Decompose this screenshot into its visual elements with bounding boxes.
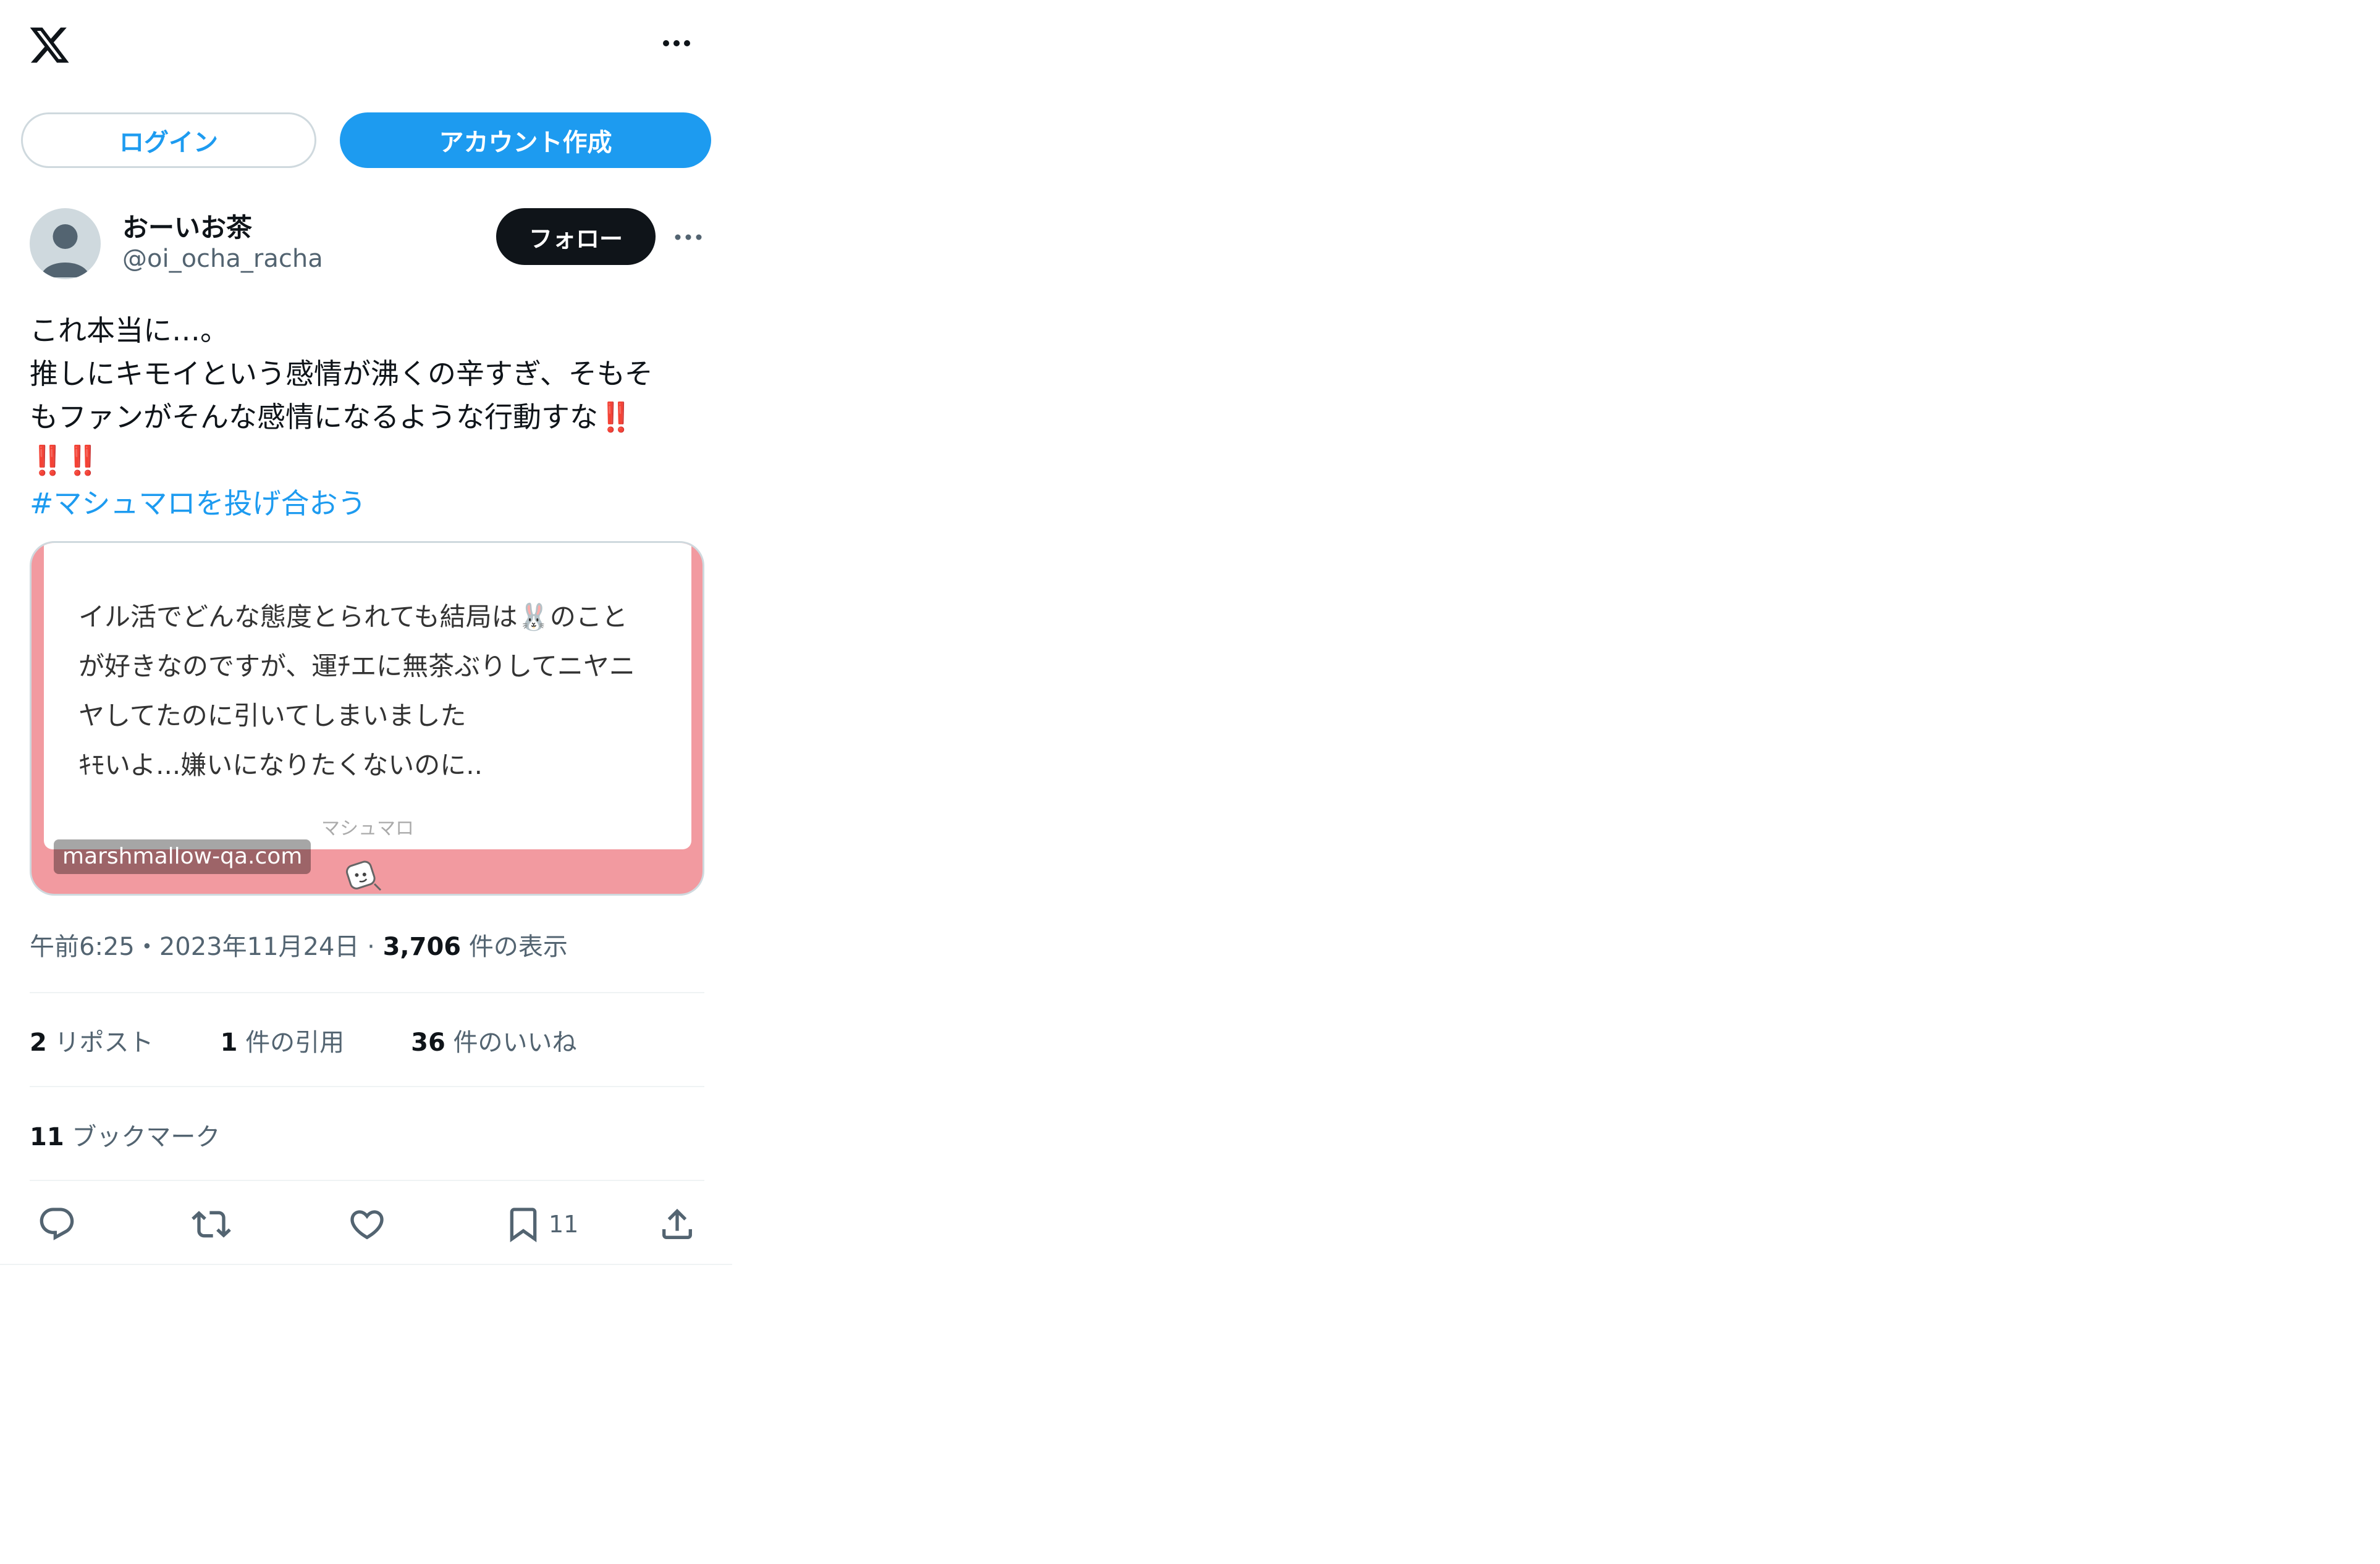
tweet-line: これ本当に…。	[30, 314, 229, 347]
tweet-more-icon[interactable]	[673, 232, 703, 243]
engagement-stats: 2 リポスト 1 件の引用 36 件のいいね	[30, 1022, 644, 1058]
display-name[interactable]: おーいお茶	[122, 207, 252, 245]
meta-separator: ·	[359, 933, 383, 961]
bookmarks-stat[interactable]: 11 ブックマーク	[30, 1117, 220, 1153]
link-card[interactable]: イル活でどんな態度とられても結局は🐰のこと が好きなのですが、運ﾁエに無茶ぶりし…	[30, 541, 704, 896]
divider	[0, 1264, 732, 1265]
card-line: ｷﾓいよ...嫌いになりたくないのに..	[78, 750, 483, 780]
more-dots-icon[interactable]	[661, 37, 692, 49]
divider	[30, 1086, 704, 1087]
card-line: イル活でどんな態度とられても結局は🐰のこと	[78, 602, 628, 632]
hashtag-link[interactable]: #マシュマロを投げ合おう	[30, 482, 709, 525]
views-count: 3,706	[382, 933, 462, 961]
divider	[30, 992, 704, 993]
tweet-time[interactable]: 午前6:25	[30, 933, 135, 961]
bookmark-icon[interactable]	[504, 1205, 543, 1244]
avatar[interactable]	[30, 208, 101, 279]
repost-icon[interactable]	[192, 1205, 231, 1244]
like-icon[interactable]	[347, 1205, 387, 1244]
bookmarks-count: 11	[30, 1123, 64, 1151]
card-line: が好きなのですが、運ﾁエに無茶ぶりしてニヤニ	[78, 651, 635, 681]
card-question-box: イル活でどんな態度とられても結局は🐰のこと が好きなのですが、運ﾁエに無茶ぶりし…	[44, 543, 691, 849]
likes-count: 36	[411, 1028, 445, 1057]
double-exclamation-emoji: ‼️‼️	[30, 444, 101, 477]
reposts-stat[interactable]: 2 リポスト	[30, 1028, 187, 1057]
bookmark-count: 11	[549, 1211, 579, 1238]
tweet-line-text: もファンがそんな感情になるような行動すな	[30, 400, 598, 434]
user-handle[interactable]: @oi_ocha_racha	[122, 245, 323, 273]
bookmarks-label: ブックマーク	[64, 1123, 221, 1151]
default-avatar-icon	[41, 224, 90, 277]
reposts-count: 2	[30, 1028, 47, 1057]
tweet-text: これ本当に…。 推しにキモイという感情が沸くの辛すぎ、そもそ もファンがそんな感…	[30, 309, 709, 525]
views-label: 件の表示	[461, 933, 568, 961]
card-brand: マシュマロ	[321, 818, 414, 839]
card-line: ヤしてたのに引いてしまいました	[78, 700, 466, 731]
card-domain-badge: marshmallow-qa.com	[54, 839, 311, 874]
likes-stat[interactable]: 36 件のいいね	[411, 1028, 610, 1057]
x-logo-icon[interactable]	[28, 23, 71, 67]
follow-button[interactable]: フォロー	[496, 208, 656, 265]
create-account-button[interactable]: アカウント作成	[340, 112, 711, 168]
tweet-date[interactable]: 2023年11月24日	[159, 933, 360, 961]
tweet-meta: 午前6:25・2023年11月24日 · 3,706 件の表示	[30, 927, 568, 962]
share-icon[interactable]	[657, 1205, 697, 1244]
quotes-count: 1	[220, 1028, 238, 1057]
login-label: ログイン	[119, 128, 218, 157]
login-button[interactable]: ログイン	[21, 112, 316, 168]
divider	[30, 1180, 704, 1181]
tweet-line: 推しにキモイという感情が沸くの辛すぎ、そもそ	[30, 357, 653, 390]
likes-label: 件のいいね	[445, 1028, 577, 1057]
tweet-page: ログイン アカウント作成 おーいお茶 @oi_ocha_racha フォロー こ…	[0, 0, 732, 1265]
quotes-label: 件の引用	[237, 1028, 345, 1057]
follow-label: フォロー	[528, 225, 623, 253]
marshmallow-mascot-icon	[344, 857, 393, 894]
card-question-text: イル活でどんな態度とられても結局は🐰のこと が好きなのですが、運ﾁエに無茶ぶりし…	[78, 592, 672, 790]
quotes-stat[interactable]: 1 件の引用	[221, 1028, 378, 1057]
create-account-label: アカウント作成	[439, 128, 612, 157]
reply-icon[interactable]	[37, 1205, 77, 1244]
reposts-label: リポスト	[46, 1028, 154, 1057]
tweet-line: もファンがそんな感情になるような行動すな‼️	[30, 395, 709, 439]
meta-separator: ・	[134, 933, 159, 961]
double-exclamation-emoji: ‼️	[598, 400, 634, 434]
